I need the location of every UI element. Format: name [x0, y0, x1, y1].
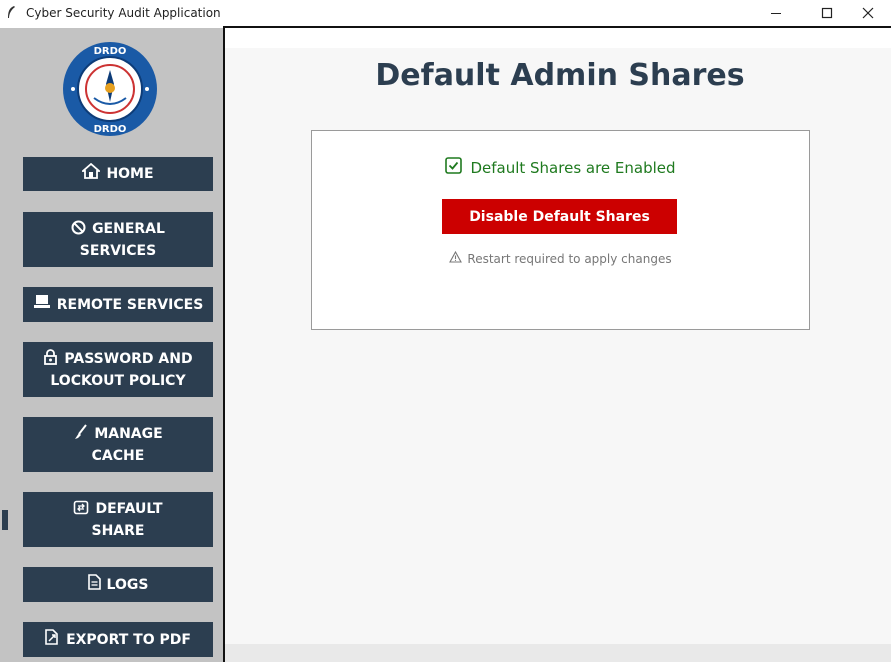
warning-icon	[449, 250, 463, 266]
active-indicator	[2, 510, 8, 530]
status-text: Default Shares are Enabled	[470, 158, 676, 177]
minimize-icon	[771, 13, 781, 14]
prohibited-icon	[71, 220, 86, 241]
note-text: Restart required to apply changes	[467, 251, 672, 266]
laptop-icon	[33, 294, 51, 315]
minimize-button[interactable]	[753, 0, 799, 26]
document-icon	[87, 573, 101, 596]
sidebar-item-label: MANAGE	[94, 425, 163, 442]
sidebar-item-export-pdf[interactable]: EXPORT TO PDF	[23, 622, 213, 657]
sidebar-item-logs[interactable]: LOGS	[23, 567, 213, 602]
main-panel: Default Admin Shares Default Shares are …	[225, 28, 891, 662]
sidebar-item-label: HOME	[106, 166, 154, 182]
bottom-strip	[225, 644, 891, 662]
sidebar-item-home[interactable]: HOME	[23, 157, 213, 191]
broom-icon	[73, 423, 88, 446]
sidebar-item-general-services[interactable]: GENERAL SERVICES	[23, 212, 213, 267]
window-title: Cyber Security Audit Application	[26, 6, 221, 20]
sidebar-item-password-lockout[interactable]: PASSWORD AND LOCKOUT POLICY	[23, 342, 213, 397]
sidebar-item-remote-services[interactable]: REMOTE SERVICES	[23, 287, 213, 322]
home-icon	[81, 162, 102, 185]
restart-note: Restart required to apply changes	[312, 250, 809, 266]
export-icon	[45, 628, 60, 651]
svg-text:DRDO: DRDO	[94, 46, 127, 57]
maximize-icon	[821, 7, 833, 19]
status-message: Default Shares are Enabled	[312, 157, 809, 178]
sidebar-item-label: DEFAULT	[95, 500, 163, 517]
sidebar-item-label: EXPORT TO PDF	[66, 631, 191, 648]
sidebar-item-label: LOCKOUT POLICY	[50, 372, 186, 389]
close-button[interactable]	[845, 0, 891, 26]
disable-default-shares-button[interactable]: Disable Default Shares	[442, 199, 677, 234]
sidebar-item-label: LOGS	[106, 576, 149, 593]
sidebar-item-manage-cache[interactable]: MANAGE CACHE	[23, 417, 213, 472]
sidebar-item-label: CACHE	[91, 447, 145, 464]
checkbox-checked-icon	[445, 157, 463, 178]
drdo-logo: DRDO DRDO	[61, 40, 159, 138]
svg-text:DRDO: DRDO	[94, 124, 127, 135]
sidebar-item-label: GENERAL	[92, 220, 165, 237]
close-icon	[862, 7, 874, 19]
sidebar-item-label: REMOTE SERVICES	[56, 296, 204, 313]
page-title: Default Admin Shares	[375, 58, 745, 93]
sidebar-item-label: SHARE	[91, 522, 145, 539]
sidebar-item-label: PASSWORD AND	[64, 350, 193, 367]
lock-icon	[43, 348, 58, 371]
feather-icon	[6, 5, 26, 22]
maximize-button[interactable]	[804, 0, 850, 26]
sidebar-item-default-share[interactable]: DEFAULT SHARE	[23, 492, 213, 547]
sidebar-item-label: SERVICES	[79, 242, 157, 259]
share-status-card: Default Shares are Enabled Disable Defau…	[311, 130, 810, 330]
share-icon	[73, 500, 89, 521]
